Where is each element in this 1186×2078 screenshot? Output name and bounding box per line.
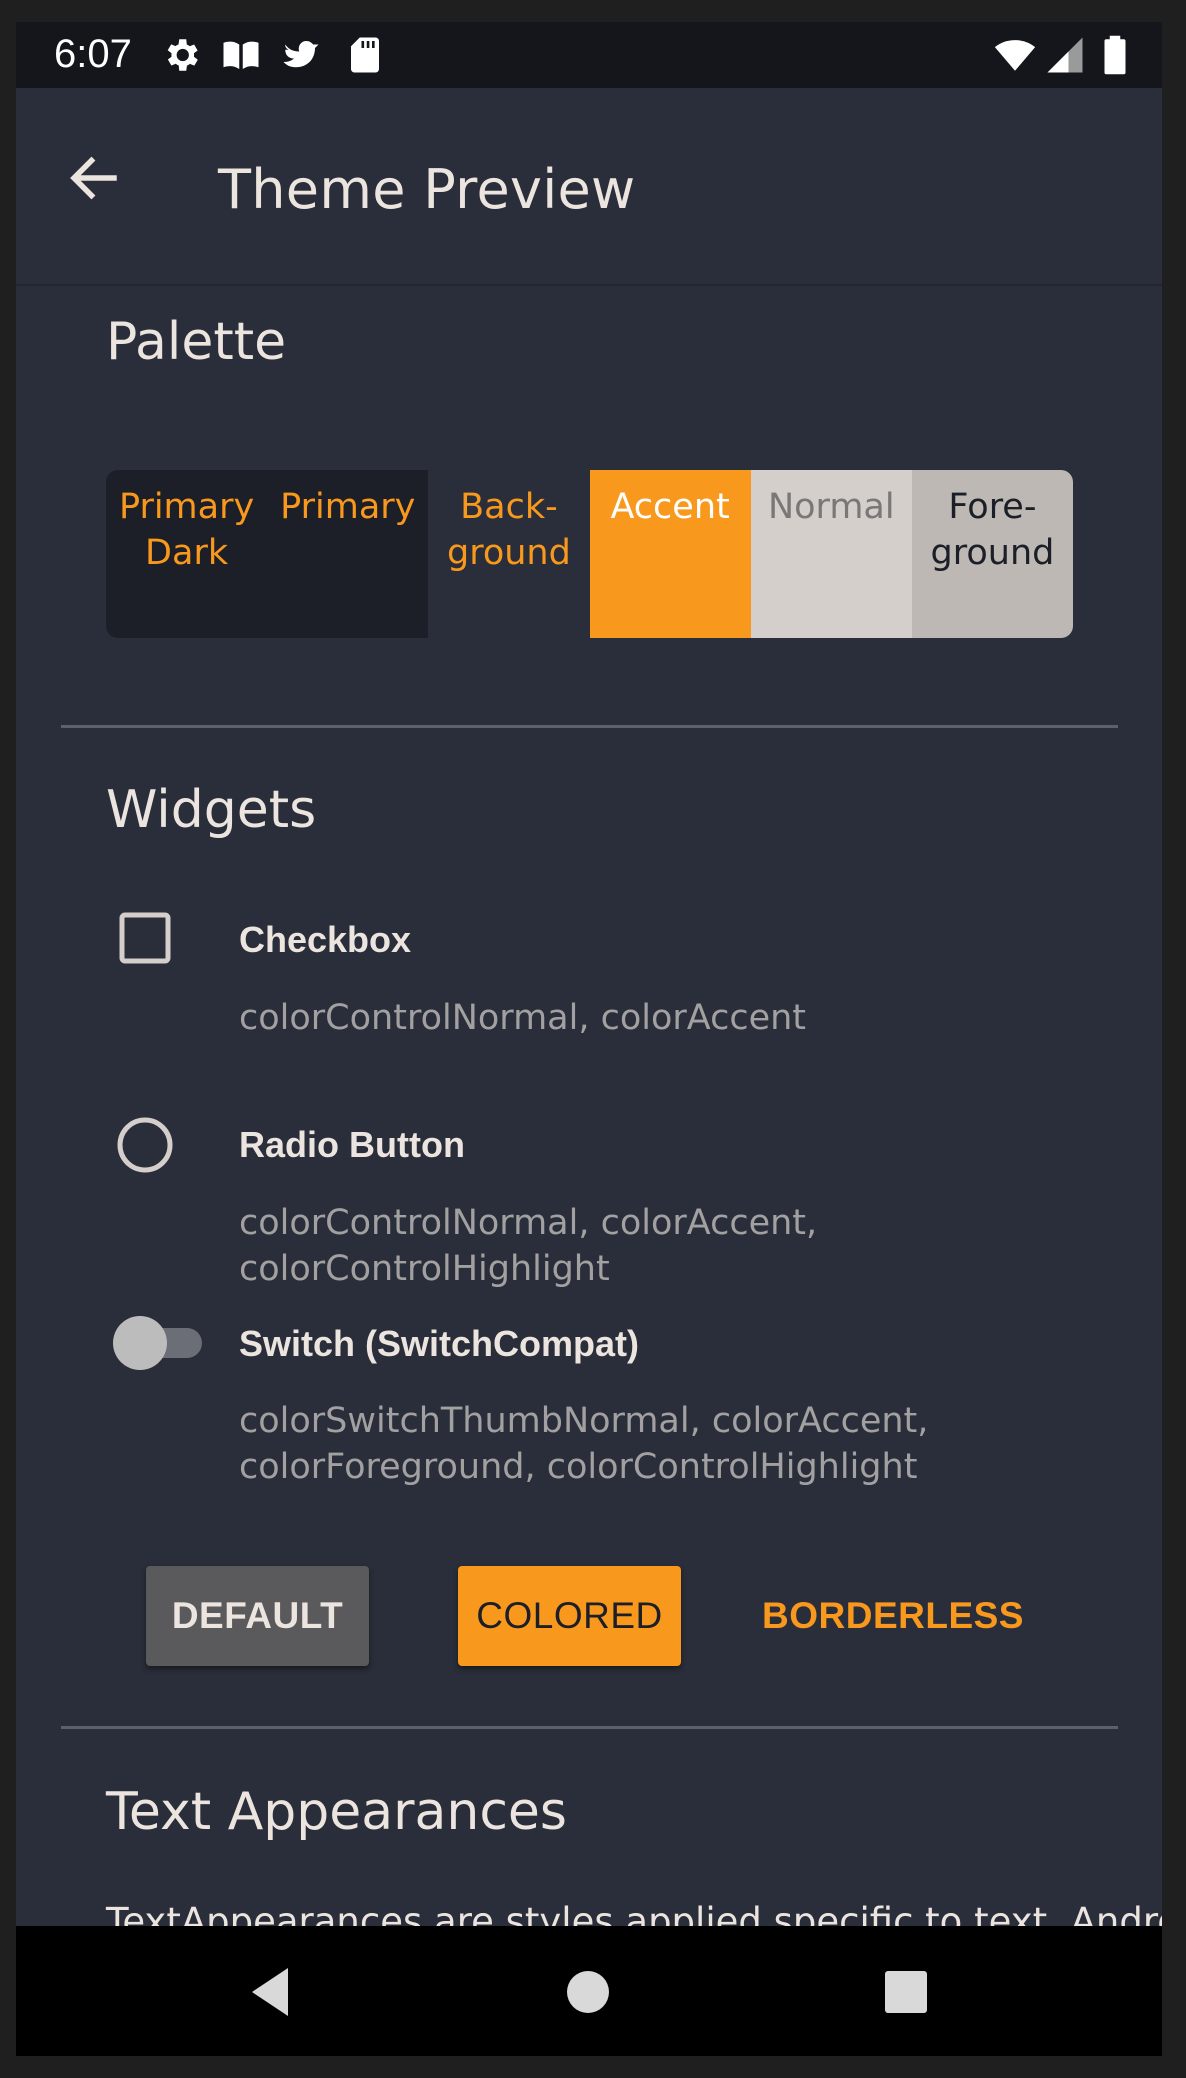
divider (61, 1726, 1118, 1729)
switch-desc: colorSwitchThumbNormal, colorAccent, col… (239, 1401, 929, 1487)
gear-icon (167, 39, 198, 71)
switch-label: Switch (SwitchCompat) (239, 1323, 640, 1364)
palette-heading: Palette (106, 312, 287, 372)
battery-icon (1104, 35, 1126, 75)
radio-label: Radio Button (239, 1124, 465, 1165)
checkbox-desc: colorControlNormal, colorAccent (239, 998, 807, 1038)
wifi-icon (994, 40, 1036, 71)
sd-card-icon (351, 37, 379, 73)
navigation-bar (16, 1926, 1162, 2056)
signal-icon (1047, 37, 1083, 73)
recents-square-icon[interactable] (878, 1964, 934, 2020)
radio-icon[interactable] (116, 1116, 174, 1174)
swatch-primary-dark: Primary Dark (106, 470, 268, 638)
colored-button[interactable]: COLORED (458, 1566, 681, 1666)
bird-icon (283, 41, 319, 68)
status-bar: 6:07 (16, 22, 1162, 88)
widgets-heading: Widgets (106, 780, 317, 840)
swatch-primary: Primary (267, 470, 429, 638)
checkbox-label: Checkbox (239, 919, 412, 960)
swatch-accent: Accent (589, 470, 751, 638)
text-appearances-heading: Text Appearances (106, 1782, 568, 1842)
swatch-background: Back- ground (428, 470, 590, 638)
switch-toggle[interactable] (112, 1312, 208, 1372)
default-button[interactable]: DEFAULT (146, 1566, 369, 1666)
borderless-button[interactable]: BORDERLESS (758, 1566, 1028, 1666)
arrow-back-icon[interactable] (64, 148, 124, 208)
book-icon (223, 41, 259, 69)
checkbox-icon[interactable] (118, 911, 172, 965)
swatch-foreground: Fore- ground (911, 470, 1073, 638)
device-screen: 6:07 Theme Preview Palette Primary Dark … (16, 22, 1162, 2056)
divider (61, 725, 1118, 728)
back-triangle-icon[interactable] (244, 1964, 300, 2020)
radio-desc: colorControlNormal, colorAccent, colorCo… (239, 1203, 818, 1289)
status-time: 6:07 (54, 32, 132, 76)
app-bar: Theme Preview (16, 88, 1162, 286)
palette-strip: Primary Dark Primary Back- ground Accent… (106, 470, 1073, 638)
home-circle-icon[interactable] (560, 1964, 616, 2020)
swatch-normal: Normal (750, 470, 912, 638)
page-title: Theme Preview (218, 158, 636, 221)
